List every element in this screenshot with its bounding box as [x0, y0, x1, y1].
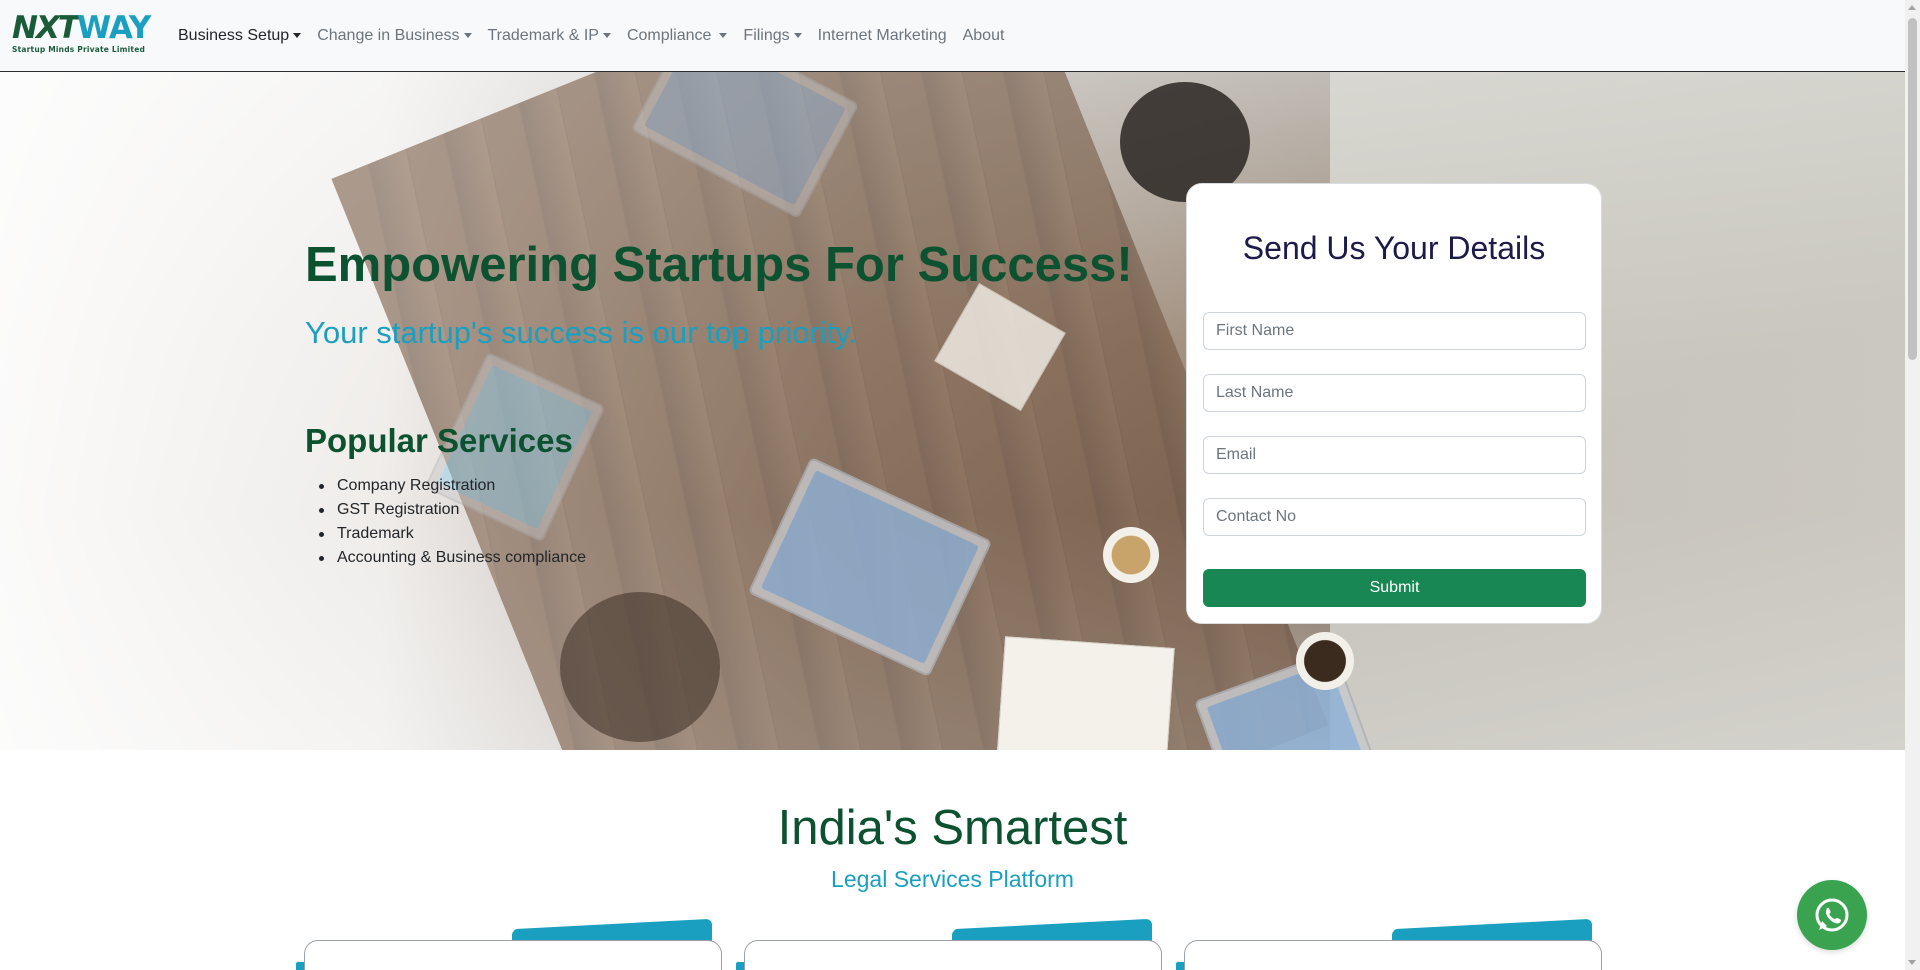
popular-services-list: Company Registration GST Registration Tr… — [305, 474, 586, 570]
whatsapp-icon — [1815, 898, 1849, 932]
form-title: Send Us Your Details — [1242, 230, 1546, 266]
nav-filings[interactable]: Filings — [743, 27, 802, 45]
logo-tagline: Startup Minds Private Limited — [12, 45, 146, 54]
hero-section: Empowering Startups For Success! Your st… — [0, 72, 1905, 750]
nav-about[interactable]: About — [963, 27, 1005, 45]
service-card[interactable] — [296, 918, 722, 970]
logo-wordmark: NX T WAY — [12, 12, 156, 44]
nav-label: Internet Marketing — [817, 27, 947, 44]
contact-form-card: Send Us Your Details Submit — [1186, 183, 1602, 624]
main-nav: Business Setup Change in Business Tradem… — [178, 0, 1020, 72]
nav-label: Filings — [743, 27, 790, 44]
email-input[interactable] — [1203, 436, 1586, 474]
logo-way: WAY — [77, 10, 151, 46]
logo-t: T — [57, 10, 79, 46]
nav-label: About — [962, 27, 1005, 44]
hero-subtitle: Your startup's success is our top priori… — [305, 315, 858, 350]
whatsapp-button[interactable] — [1797, 880, 1867, 950]
nav-business-setup[interactable]: Business Setup — [178, 27, 302, 45]
contact-number-input[interactable] — [1203, 498, 1586, 536]
nav-trademark-ip[interactable]: Trademark & IP — [488, 27, 611, 45]
hero-title: Empowering Startups For Success! — [305, 238, 1133, 292]
section-subtitle: Legal Services Platform — [831, 866, 1074, 892]
caret-down-icon — [793, 32, 802, 38]
page-scrollbar[interactable] — [1905, 0, 1920, 970]
hero-coffee-mug-image — [1103, 527, 1159, 583]
caret-down-icon — [602, 32, 611, 38]
service-item: Trademark — [305, 522, 586, 546]
nav-change-in-business[interactable]: Change in Business — [317, 27, 472, 45]
caret-down-icon — [719, 32, 728, 38]
last-name-input[interactable] — [1203, 374, 1586, 412]
hero-notepad-image — [995, 636, 1175, 750]
nav-label: Change in Business — [317, 27, 460, 44]
caret-down-icon — [463, 32, 472, 38]
card-body — [1184, 940, 1602, 970]
service-card[interactable] — [736, 918, 1162, 970]
service-card[interactable] — [1176, 918, 1602, 970]
service-item: Accounting & Business compliance — [305, 546, 586, 570]
nav-label: Trademark & IP — [487, 27, 599, 44]
submit-button[interactable]: Submit — [1203, 569, 1586, 607]
service-item: Company Registration — [305, 474, 586, 498]
scroll-down-icon[interactable] — [1908, 960, 1916, 965]
nav-compliance[interactable]: Compliance — [626, 27, 728, 45]
popular-services-title: Popular Services — [305, 422, 573, 459]
card-body — [744, 940, 1162, 970]
first-name-input[interactable] — [1203, 312, 1586, 350]
nav-label: Compliance — [626, 27, 712, 44]
scroll-up-icon[interactable] — [1908, 5, 1916, 10]
caret-down-icon — [293, 32, 302, 38]
logo-nx: NX — [12, 10, 60, 46]
card-body — [304, 940, 722, 970]
brand-logo[interactable]: NX T WAY Startup Minds Private Limited — [12, 12, 156, 56]
service-item: GST Registration — [305, 498, 586, 522]
nav-internet-marketing[interactable]: Internet Marketing — [818, 27, 947, 45]
section-title: India's Smartest — [777, 801, 1128, 855]
top-navbar: NX T WAY Startup Minds Private Limited Bus… — [0, 0, 1905, 72]
hero-person-image — [560, 592, 720, 742]
nav-label: Business Setup — [178, 27, 290, 44]
scrollbar-thumb[interactable] — [1908, 18, 1917, 360]
hero-coffee-mug-image — [1296, 632, 1354, 690]
